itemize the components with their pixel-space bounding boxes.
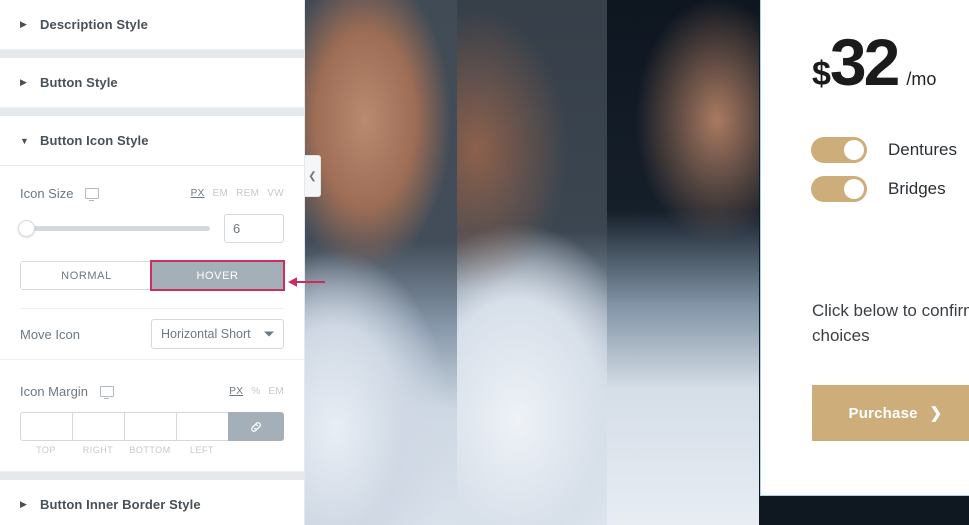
move-icon-select[interactable]: Horizontal Short — [151, 319, 284, 349]
option-toggle-list: Dentures Bridges — [811, 137, 957, 215]
unit-option-px[interactable]: PX — [191, 188, 205, 199]
card-description: Click below to confirm your choices — [812, 301, 969, 345]
icon-margin-label: Icon Margin — [20, 383, 88, 399]
section-divider — [0, 50, 304, 58]
price-period: /mo — [906, 69, 937, 89]
price-display: $ 32 /mo — [812, 25, 937, 99]
section-title: Button Icon Style — [40, 133, 149, 148]
section-divider — [0, 108, 304, 116]
toggle-knob — [844, 179, 864, 199]
tab-normal[interactable]: NORMAL — [21, 262, 152, 289]
unit-option-em[interactable]: EM — [268, 386, 284, 397]
unit-option-em[interactable]: EM — [213, 188, 229, 199]
chevron-right-icon: ❯ — [929, 405, 943, 422]
unit-option-px[interactable]: PX — [229, 386, 243, 397]
unit-option-percent[interactable]: % — [251, 386, 260, 397]
price-amount: 32 — [829, 25, 900, 99]
panel-collapse-toggle[interactable]: ❮ — [305, 155, 321, 197]
icon-size-label: Icon Size — [20, 185, 74, 201]
icon-margin-inputs — [20, 412, 284, 441]
margin-input-top[interactable] — [20, 412, 72, 441]
desktop-monitor-icon[interactable] — [85, 187, 100, 202]
margin-sublabel-right: RIGHT — [82, 445, 114, 455]
slider-thumb[interactable] — [18, 220, 35, 237]
price-currency: $ — [812, 55, 831, 93]
margin-sublabel-top: TOP — [36, 445, 56, 455]
unit-option-rem[interactable]: REM — [236, 188, 259, 199]
option-label-bridges: Bridges — [888, 179, 946, 198]
chevron-left-icon: ❮ — [308, 170, 317, 182]
button-icon-style-content: Icon Size PX EM REM VW NORMAL H — [0, 178, 304, 472]
icon-size-label-group: Icon Size — [20, 185, 100, 202]
sidebar-item-button-style[interactable]: ▶ Button Style — [0, 58, 304, 108]
section-title: Description Style — [40, 17, 148, 32]
icon-margin-sublabels: TOP RIGHT BOTTOM LEFT — [20, 445, 284, 455]
chevron-down-icon: ▼ — [20, 135, 29, 146]
option-toggle-row[interactable]: Bridges — [811, 176, 957, 202]
preview-canvas[interactable]: $ 32 /mo Dentures Bridges Click below to… — [305, 0, 969, 525]
chevron-right-icon: ▶ — [20, 19, 27, 29]
sidebar-item-button-icon-style[interactable]: ▼ Button Icon Style — [0, 116, 304, 166]
icon-margin-control-header: Icon Margin PX % EM — [20, 376, 284, 406]
background-photo-left — [305, 0, 457, 525]
icon-margin-label-group: Icon Margin — [20, 383, 114, 400]
margin-sublabel-bottom: BOTTOM — [129, 445, 171, 455]
icon-margin-unit-switcher: PX % EM — [229, 386, 284, 397]
section-title: Button Inner Border Style — [40, 497, 201, 512]
section-title: Button Style — [40, 75, 118, 90]
background-photo-mid — [457, 0, 607, 525]
state-tab-group: NORMAL HOVER — [20, 260, 285, 291]
style-settings-panel: ▶ Description Style ▶ Button Style ▼ But… — [0, 0, 305, 525]
purchase-button-label: Purchase — [848, 404, 918, 422]
icon-size-slider[interactable] — [18, 220, 210, 237]
toggle-knob — [844, 140, 864, 160]
icon-size-control-header: Icon Size PX EM REM VW — [20, 178, 284, 208]
toggle-switch-dentures[interactable] — [811, 137, 867, 163]
margin-input-bottom[interactable] — [124, 412, 176, 441]
control-divider — [0, 359, 304, 360]
pricing-card[interactable]: $ 32 /mo Dentures Bridges Click below to… — [760, 0, 969, 496]
move-icon-label: Move Icon — [20, 326, 80, 342]
link-chain-icon[interactable] — [228, 412, 284, 441]
margin-sublabel-left: LEFT — [189, 445, 214, 455]
icon-size-input[interactable] — [224, 214, 284, 243]
background-photo-strip — [607, 0, 759, 525]
chevron-right-icon: ▶ — [20, 499, 27, 509]
editor-screen: $ 32 /mo Dentures Bridges Click below to… — [0, 0, 969, 525]
chevron-down-icon — [264, 331, 274, 337]
move-icon-selected-value: Horizontal Short — [161, 327, 251, 341]
desktop-monitor-icon[interactable] — [99, 385, 114, 400]
unit-option-vw[interactable]: VW — [267, 188, 284, 199]
option-label-dentures: Dentures — [888, 140, 957, 159]
icon-size-slider-row — [18, 214, 284, 243]
purchase-button[interactable]: Purchase ❯ — [812, 385, 969, 441]
option-toggle-row[interactable]: Dentures — [811, 137, 957, 163]
sidebar-item-button-inner-border-style[interactable]: ▶ Button Inner Border Style — [0, 480, 304, 525]
chevron-right-icon: ▶ — [20, 77, 27, 87]
sidebar-item-description-style[interactable]: ▶ Description Style — [0, 0, 304, 50]
toggle-switch-bridges[interactable] — [811, 176, 867, 202]
margin-input-right[interactable] — [72, 412, 124, 441]
tab-hover[interactable]: HOVER — [150, 260, 285, 291]
move-icon-control: Move Icon Horizontal Short — [20, 309, 284, 359]
icon-size-unit-switcher: PX EM REM VW — [191, 188, 284, 199]
section-divider — [0, 472, 304, 480]
margin-input-left[interactable] — [176, 412, 228, 441]
